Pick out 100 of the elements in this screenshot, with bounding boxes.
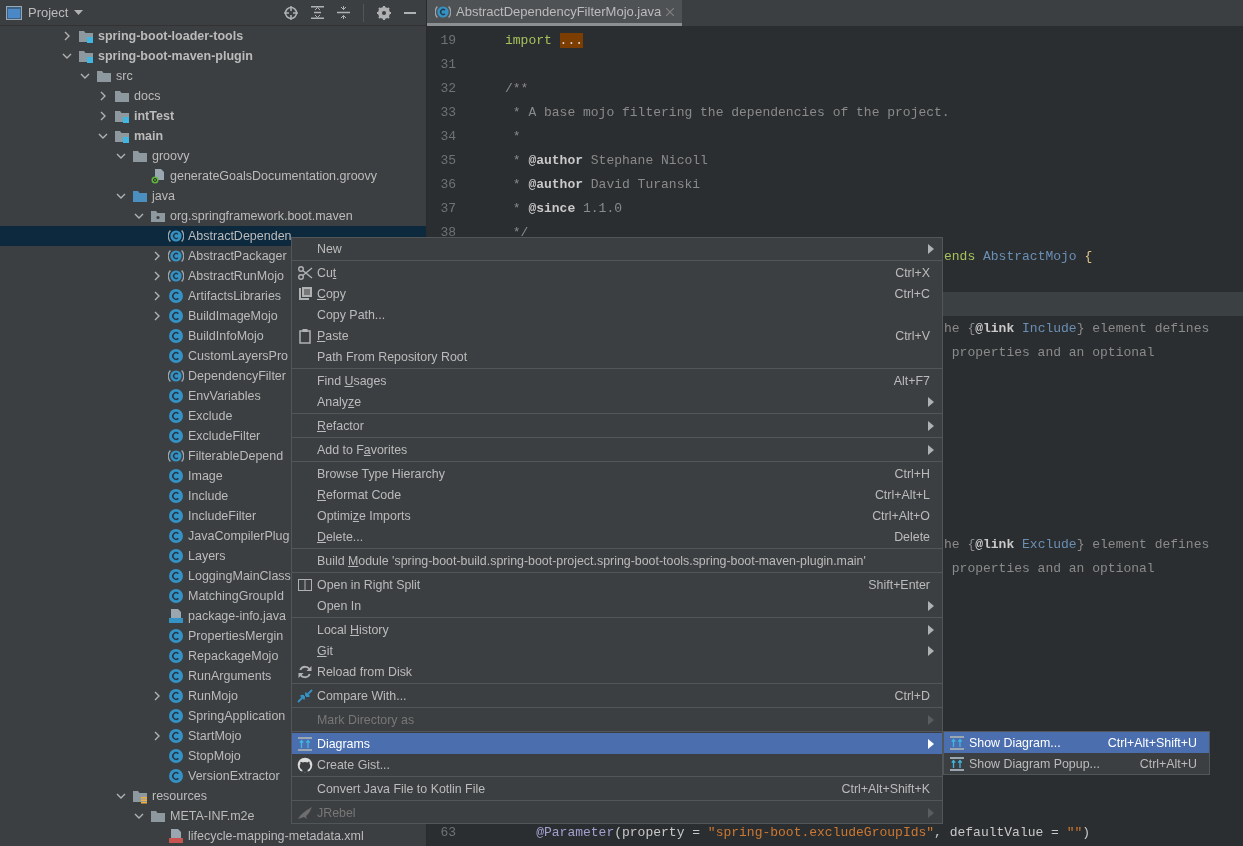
- menu-item[interactable]: Diagrams: [292, 733, 942, 754]
- menu-item[interactable]: Show Diagram... Ctrl+Alt+Shift+U: [944, 732, 1209, 753]
- menu-item[interactable]: Convert Java File to Kotlin File Ctrl+Alt+Shift+K: [292, 778, 942, 799]
- abstract-class-icon: [168, 368, 184, 384]
- keyboard-shortcut: Ctrl+X: [895, 265, 930, 280]
- chevron-down-icon[interactable]: [80, 71, 90, 81]
- editor-tab[interactable]: AbstractDependencyFilterMojo.java: [427, 0, 683, 26]
- submenu-arrow-icon: [928, 600, 934, 611]
- chevron-down-icon[interactable]: [134, 211, 144, 221]
- tree-item[interactable]: src: [0, 66, 426, 86]
- class-icon: [168, 548, 184, 564]
- clipboard-icon: [297, 327, 313, 344]
- tree-item[interactable]: main: [0, 126, 426, 146]
- keyboard-shortcut: Ctrl+Alt+Shift+K: [841, 781, 930, 796]
- menu-item[interactable]: Build Module 'spring-boot-build.spring-boot-project.spring-boot-tools.spring-boot-maven-plugin.main': [292, 550, 942, 571]
- menu-item[interactable]: Refactor: [292, 415, 942, 436]
- menu-item[interactable]: Optimize Imports Ctrl+Alt+O: [292, 505, 942, 526]
- class-icon: [168, 568, 184, 584]
- tree-item[interactable]: intTest: [0, 106, 426, 126]
- project-view-dropdown[interactable]: Project: [6, 5, 84, 20]
- class-icon: [168, 688, 184, 704]
- expand-all-icon[interactable]: [311, 6, 324, 19]
- menu-item[interactable]: Open In: [292, 595, 942, 616]
- chevron-right-icon[interactable]: [152, 291, 162, 301]
- menu-item[interactable]: Paste Ctrl+V: [292, 325, 942, 346]
- minimize-icon[interactable]: [404, 11, 416, 14]
- tree-item[interactable]: lifecycle-mapping-metadata.xml: [0, 826, 426, 846]
- line-number: 34: [440, 128, 456, 144]
- menu-item[interactable]: Reformat Code Ctrl+Alt+L: [292, 484, 942, 505]
- menu-item[interactable]: Browse Type Hierarchy Ctrl+H: [292, 463, 942, 484]
- chevron-right-icon[interactable]: [152, 311, 162, 321]
- window-icon: [6, 5, 22, 20]
- menu-item[interactable]: Compare With... Ctrl+D: [292, 685, 942, 706]
- collapse-all-icon[interactable]: [337, 6, 350, 19]
- keyboard-shortcut: Ctrl+Alt+U: [1139, 756, 1197, 771]
- menu-item[interactable]: Find Usages Alt+F7: [292, 370, 942, 391]
- menu-item[interactable]: Reload from Disk: [292, 661, 942, 682]
- chevron-down-icon[interactable]: [116, 191, 126, 201]
- chevron-right-icon[interactable]: [152, 731, 162, 741]
- line-number: 32: [440, 80, 456, 96]
- chevron-down-icon[interactable]: [134, 811, 144, 821]
- submenu-arrow-icon: [928, 243, 934, 254]
- class-icon: [168, 648, 184, 664]
- keyboard-shortcut: Delete: [894, 529, 930, 544]
- submenu-arrow-icon: [928, 645, 934, 656]
- settings-icon[interactable]: [377, 5, 391, 20]
- class-icon: [168, 708, 184, 724]
- menu-item[interactable]: Delete... Delete: [292, 526, 942, 547]
- chevron-right-icon[interactable]: [152, 691, 162, 701]
- menu-item[interactable]: Create Gist...: [292, 754, 942, 775]
- folder-icon: [150, 808, 166, 824]
- menu-item[interactable]: Open in Right Split Shift+Enter: [292, 574, 942, 595]
- code-line: import ...: [505, 32, 583, 48]
- file-icon: [168, 828, 184, 844]
- keyboard-shortcut: Ctrl+Alt+O: [872, 508, 930, 523]
- line-number: 63: [440, 824, 456, 840]
- tree-item[interactable]: spring-boot-maven-plugin: [0, 46, 426, 66]
- code-line: *: [511, 128, 521, 144]
- line-number: 35: [440, 152, 456, 168]
- abstract-class-icon: [435, 3, 451, 20]
- menu-item[interactable]: Local History: [292, 619, 942, 640]
- menu-item[interactable]: Copy Path...: [292, 304, 942, 325]
- code-line: ends AbstractMojo {: [944, 248, 1093, 264]
- tree-item[interactable]: java: [0, 186, 426, 206]
- chevron-right-icon[interactable]: [98, 111, 108, 121]
- submenu-arrow-icon: [928, 738, 934, 749]
- folder-icon: [132, 148, 148, 164]
- chevron-down-icon[interactable]: [116, 791, 126, 801]
- tree-item[interactable]: spring-boot-loader-tools: [0, 26, 426, 46]
- submenu-arrow-icon: [928, 807, 934, 818]
- module-folder-icon: [78, 48, 94, 64]
- chevron-right-icon[interactable]: [152, 271, 162, 281]
- locate-icon[interactable]: [284, 5, 298, 20]
- chevron-right-icon[interactable]: [62, 31, 72, 41]
- menu-item[interactable]: Cut Ctrl+X: [292, 262, 942, 283]
- tree-item[interactable]: org.springframework.boot.maven: [0, 206, 426, 226]
- menu-item[interactable]: Git: [292, 640, 942, 661]
- submenu-arrow-icon: [928, 444, 934, 455]
- menu-item[interactable]: Copy Ctrl+C: [292, 283, 942, 304]
- class-icon: [168, 528, 184, 544]
- chevron-down-icon[interactable]: [98, 131, 108, 141]
- class-icon: [168, 768, 184, 784]
- code-line: he {@link Include} element defines: [944, 320, 1210, 336]
- class-icon: [168, 288, 184, 304]
- chevron-right-icon[interactable]: [98, 91, 108, 101]
- menu-item[interactable]: Show Diagram Popup... Ctrl+Alt+U: [944, 753, 1209, 774]
- tree-item[interactable]: docs: [0, 86, 426, 106]
- menu-item[interactable]: Add to Favorites: [292, 439, 942, 460]
- class-icon: [168, 588, 184, 604]
- diagram-icon: [949, 734, 965, 751]
- file-icon: [150, 168, 166, 184]
- chevron-right-icon[interactable]: [152, 251, 162, 261]
- chevron-down-icon[interactable]: [116, 151, 126, 161]
- chevron-down-icon[interactable]: [62, 51, 72, 61]
- tree-item[interactable]: generateGoalsDocumentation.groovy: [0, 166, 426, 186]
- code-line: /**: [505, 80, 529, 96]
- tree-item[interactable]: groovy: [0, 146, 426, 166]
- menu-item[interactable]: Analyze: [292, 391, 942, 412]
- menu-item[interactable]: Path From Repository Root: [292, 346, 942, 367]
- keyboard-shortcut: Ctrl+C: [894, 286, 930, 301]
